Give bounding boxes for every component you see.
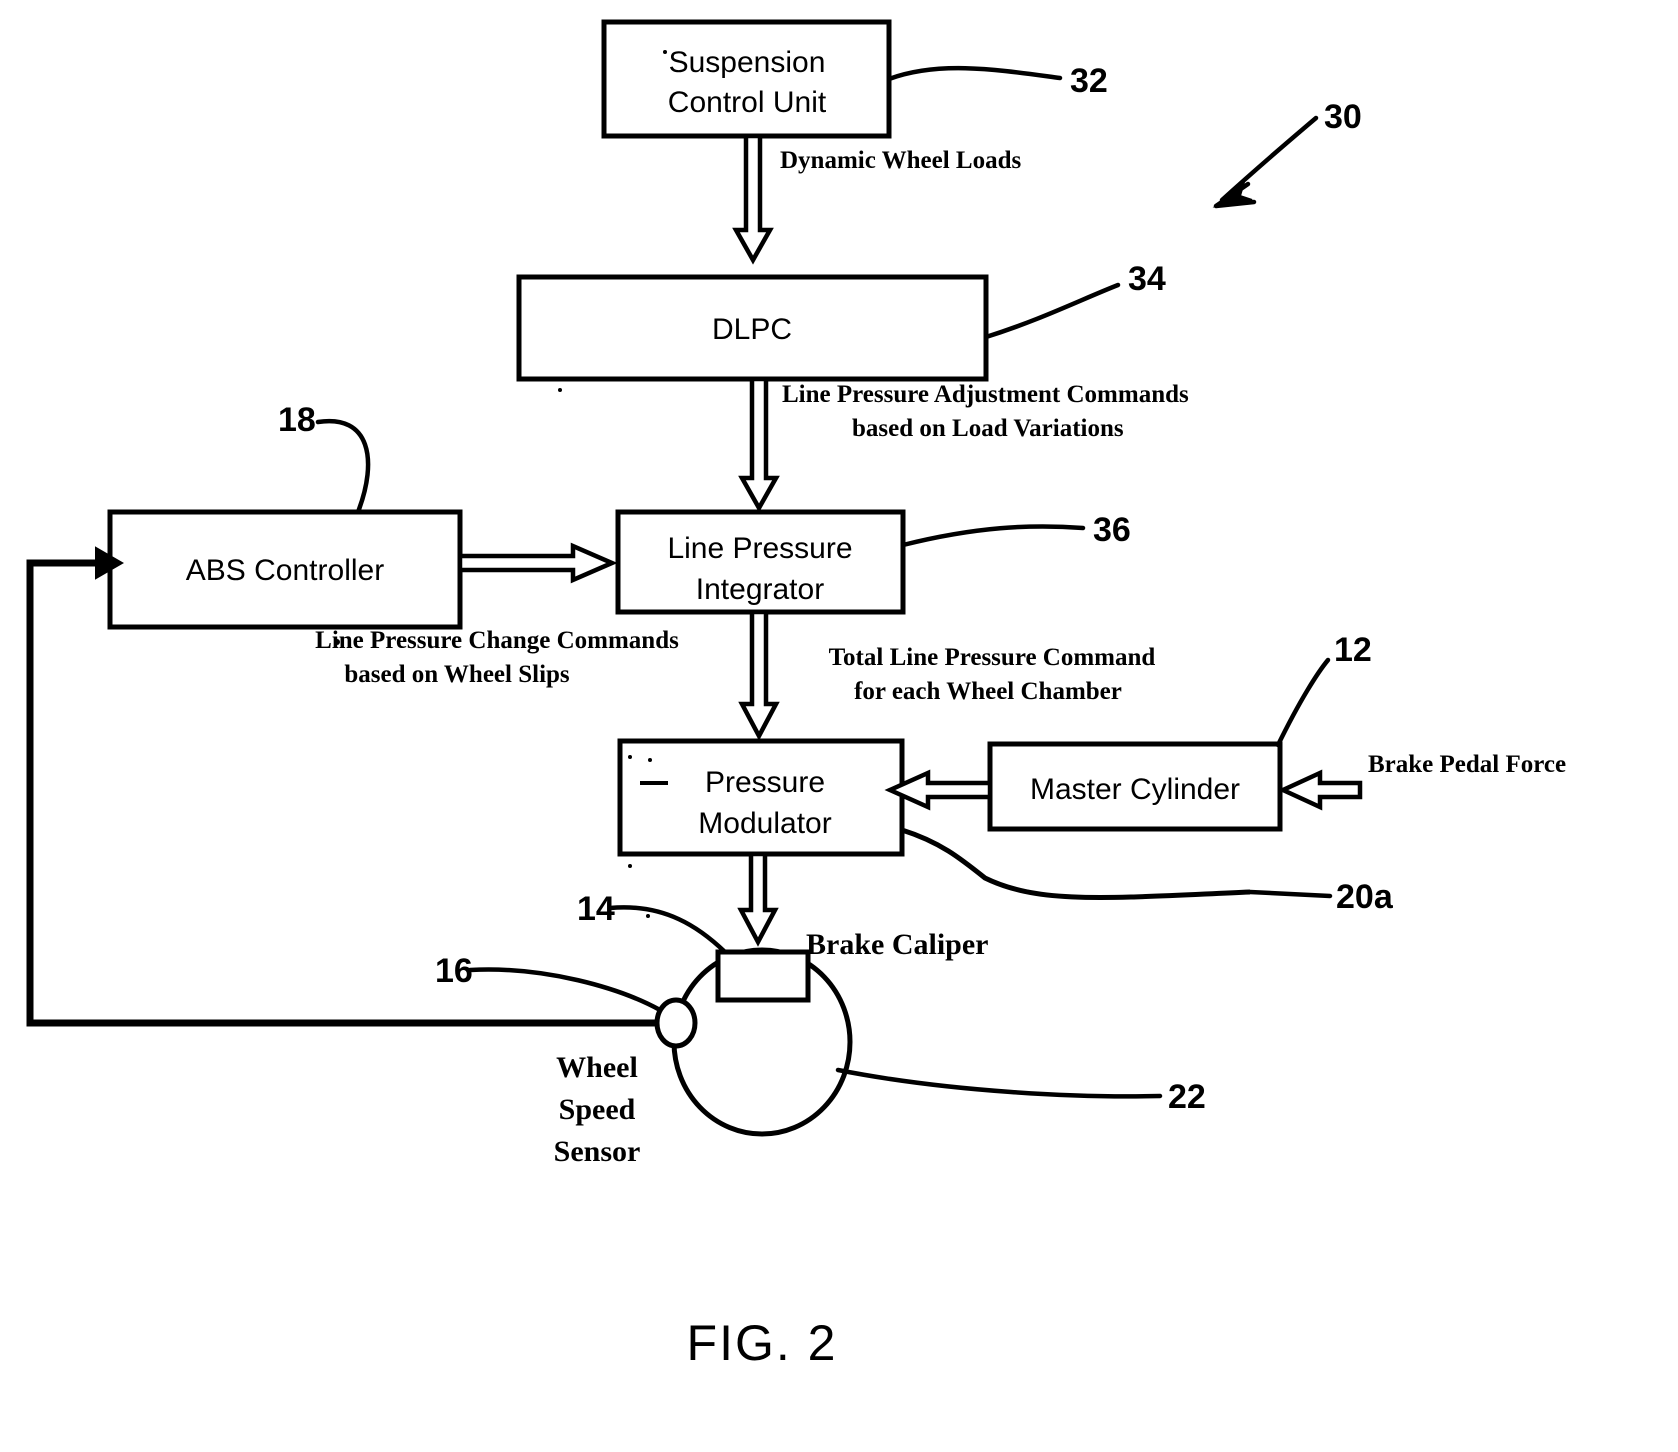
- flow-arrow-integrator-to-modulator: [738, 609, 780, 741]
- flow-arrow-dlpc-to-integrator: [738, 376, 780, 513]
- part-number-20a: 20a: [1336, 878, 1394, 916]
- leader-16: [467, 967, 663, 1013]
- speckle: [646, 914, 650, 918]
- leader-20a: [1247, 889, 1333, 899]
- block-label-line-pressure-integrator-line2: Integrator: [696, 573, 824, 606]
- component-label-wheel-speed-sensor-line3: Sensor: [554, 1135, 641, 1168]
- speckle: [628, 755, 632, 759]
- block-label-pressure-modulator-line1: Pressure: [705, 766, 825, 799]
- leader-36: [900, 524, 1086, 548]
- component-label-brake-caliper: Brake Caliper: [806, 928, 988, 961]
- brake-caliper[interactable]: [715, 949, 811, 1003]
- flow-arrow-modulator-to-caliper: [737, 851, 779, 947]
- flow-arrow-mastercyl-to-modulator: [884, 769, 993, 811]
- block-label-dlpc: DLPC: [712, 313, 792, 346]
- part-number-22: 22: [1168, 1078, 1206, 1116]
- flow-label-brake-pedal-force: Brake Pedal Force: [1368, 751, 1566, 778]
- leader-34: [983, 282, 1121, 340]
- part-number-36: 36: [1093, 511, 1131, 549]
- speckle: [334, 639, 340, 645]
- flow-arrow-scu-to-dlpc: [732, 133, 774, 265]
- part-number-18: 18: [278, 401, 316, 439]
- speckle: [648, 758, 652, 762]
- leader-14: [607, 905, 728, 955]
- flow-label-line-pressure-change-line1: Line Pressure Change Commands: [315, 627, 679, 654]
- part-number-32: 32: [1070, 62, 1108, 100]
- speckle: [628, 864, 632, 868]
- block-label-suspension-control-unit-line2: Control Unit: [668, 86, 827, 119]
- brake-line-20a: [901, 827, 1251, 900]
- diagram-canvas: Suspension Control Unit DLPC ABS Control…: [26, 19, 1566, 1371]
- figure-caption: FIG. 2: [687, 1315, 838, 1371]
- flow-label-total-line-pressure-line2: for each Wheel Chamber: [854, 678, 1122, 705]
- flow-label-line-pressure-adjustment-line1: Line Pressure Adjustment Commands: [782, 381, 1189, 408]
- part-number-34: 34: [1128, 260, 1166, 298]
- speckle: [558, 388, 562, 392]
- block-label-line-pressure-integrator-line1: Line Pressure: [667, 532, 852, 565]
- part-number-16: 16: [435, 952, 473, 990]
- leader-22: [835, 1067, 1163, 1099]
- wheel-speed-sensor[interactable]: [654, 997, 698, 1049]
- speckle: [663, 50, 667, 54]
- part-number-30: 30: [1324, 98, 1362, 136]
- leader-18: [315, 418, 371, 515]
- flow-label-line-pressure-adjustment-line2: based on Load Variations: [852, 415, 1124, 442]
- block-label-pressure-modulator-line2: Modulator: [698, 807, 831, 840]
- flow-arrow-abs-to-integrator: [457, 542, 618, 584]
- part-number-12: 12: [1334, 631, 1372, 669]
- patent-figure: Suspension Control Unit DLPC ABS Control…: [0, 0, 1678, 1452]
- component-label-wheel-speed-sensor-line2: Speed: [559, 1093, 636, 1126]
- component-label-wheel-speed-sensor-line1: Wheel: [556, 1051, 638, 1084]
- block-label-abs-controller: ABS Controller: [186, 554, 384, 587]
- part-number-14: 14: [577, 890, 615, 928]
- leader-32: [886, 65, 1063, 82]
- leader-12: [1275, 657, 1331, 748]
- flow-arrow-brake-pedal-force: [1277, 769, 1363, 811]
- block-label-master-cylinder: Master Cylinder: [1030, 773, 1240, 806]
- block-label-suspension-control-unit-line1: Suspension: [669, 46, 826, 79]
- flow-label-total-line-pressure-line1: Total Line Pressure Command: [829, 644, 1156, 671]
- flow-label-dynamic-wheel-loads: Dynamic Wheel Loads: [780, 147, 1021, 174]
- flow-label-line-pressure-change-line2: based on Wheel Slips: [344, 661, 570, 688]
